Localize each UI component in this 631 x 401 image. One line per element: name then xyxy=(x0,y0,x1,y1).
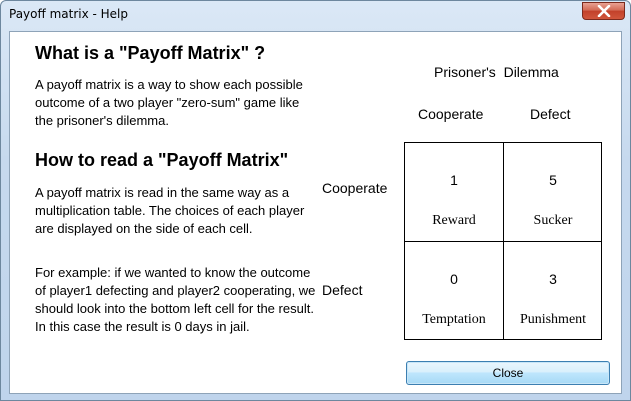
text-line: should look into the bottom left cell fo… xyxy=(35,301,314,316)
row-label-defect: Defect xyxy=(322,282,363,298)
cell-defect-cooperate: 0 Temptation xyxy=(405,242,503,340)
intro-paragraph: A payoff matrix is a way to show each po… xyxy=(35,76,315,130)
text-line: In this case the result is 0 days in jai… xyxy=(35,319,250,334)
text-line: the prisoner's dilemma. xyxy=(35,113,169,128)
help-window: Payoff matrix - Help What is a "Payoff M… xyxy=(0,0,631,401)
column-label-defect: Defect xyxy=(530,106,571,122)
text-line: multiplication table. The choices of eac… xyxy=(35,203,305,218)
cell-value: 5 xyxy=(549,172,557,188)
cell-cooperate-cooperate: 1 Reward xyxy=(405,143,503,241)
close-button[interactable]: Close xyxy=(406,361,610,385)
cell-defect-defect: 3 Punishment xyxy=(504,242,602,340)
text-line: A payoff matrix is a way to show each po… xyxy=(35,77,303,92)
cell-outcome: Temptation xyxy=(422,312,486,327)
row-label-cooperate: Cooperate xyxy=(322,180,388,196)
cell-value: 0 xyxy=(450,271,458,287)
payoff-matrix-grid: 1 Reward 5 Sucker 0 Temptation 3 Punishm… xyxy=(404,142,602,340)
text-line: of player1 defecting and player2 coopera… xyxy=(35,283,316,298)
heading-how-to-read: How to read a "Payoff Matrix" xyxy=(35,150,289,170)
cell-outcome: Punishment xyxy=(519,312,587,327)
cell-cooperate-defect: 5 Sucker xyxy=(504,143,602,241)
window-title: Payoff matrix - Help xyxy=(9,7,129,21)
matrix-title: Prisoner's Dilemma xyxy=(434,64,559,80)
column-label-cooperate: Cooperate xyxy=(418,106,484,122)
example-paragraph: For example: if we wanted to know the ou… xyxy=(35,264,315,336)
cell-value: 1 xyxy=(450,172,458,188)
text-line: For example: if we wanted to know the ou… xyxy=(35,265,311,280)
cell-outcome: Reward xyxy=(432,213,476,228)
help-content: What is a "Payoff Matrix" ? A payoff mat… xyxy=(9,31,622,394)
cell-value: 3 xyxy=(549,271,557,287)
text-line: are displayed on the side of each cell. xyxy=(35,221,253,236)
cell-outcome: Sucker xyxy=(533,213,573,228)
text-line: A payoff matrix is read in the same way … xyxy=(35,185,290,200)
text-line: outcome of a two player "zero-sum" game … xyxy=(35,95,300,110)
title-bar[interactable]: Payoff matrix - Help xyxy=(1,1,630,31)
window-close-button[interactable] xyxy=(582,2,625,20)
close-icon xyxy=(597,5,610,17)
how-to-paragraph: A payoff matrix is read in the same way … xyxy=(35,184,315,238)
heading-what-is: What is a "Payoff Matrix" ? xyxy=(35,43,266,63)
